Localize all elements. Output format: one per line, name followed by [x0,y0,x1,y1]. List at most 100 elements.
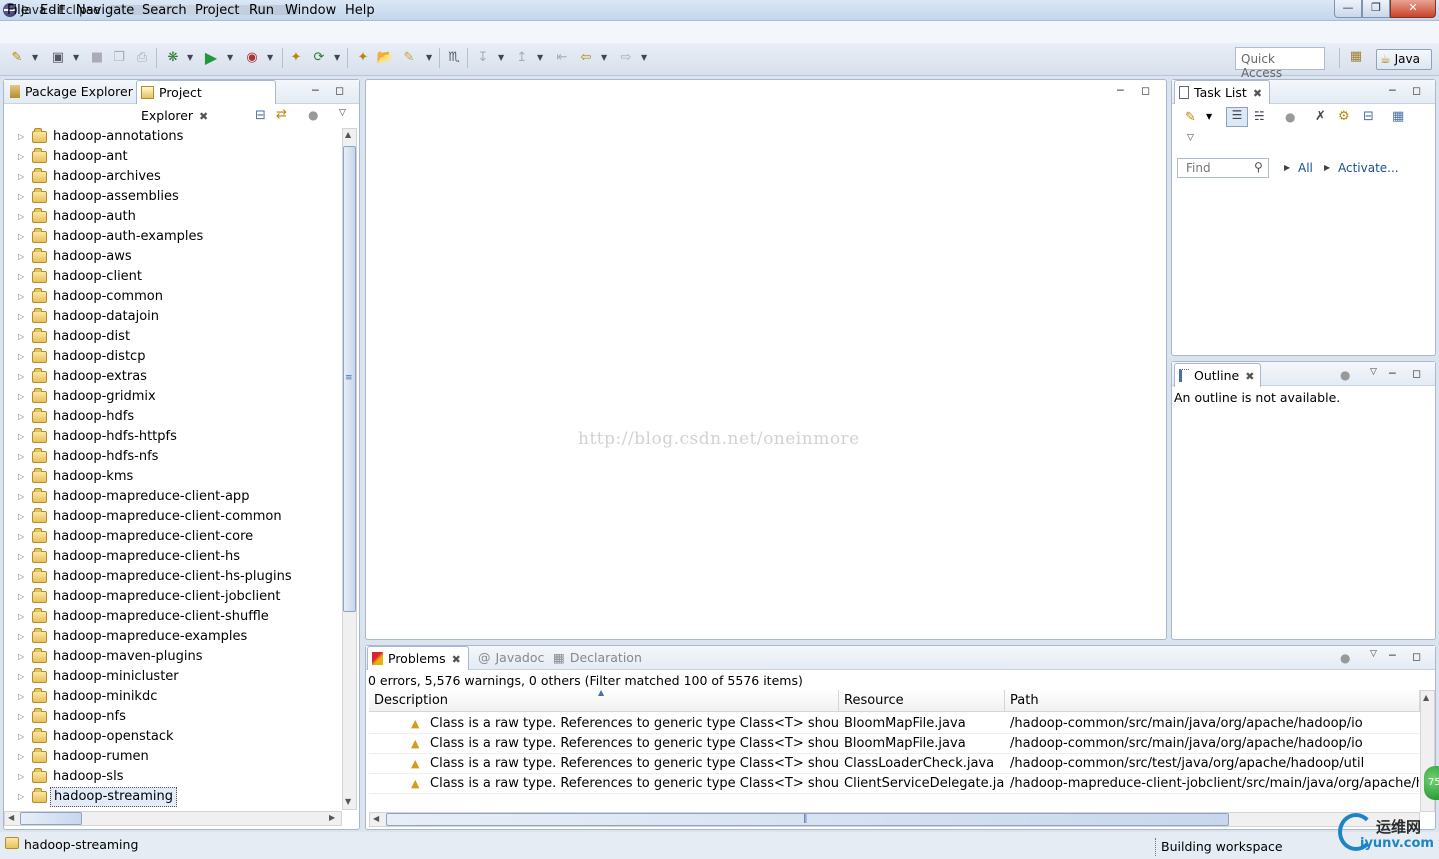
tree-item[interactable]: ▷ hadoop-minicluster [4,667,342,687]
new-task-icon[interactable]: ✎ [1185,110,1196,125]
back-icon[interactable]: ⇦ [577,49,595,67]
expand-arrow-icon[interactable]: ▷ [18,367,24,387]
run-dropdown-icon[interactable]: ▼ [227,49,233,67]
tree-item[interactable]: ▷ hadoop-archives [4,167,342,187]
previous-annotation-dropdown-icon[interactable]: ▼ [537,49,543,67]
synchronize-icon[interactable]: ⚙ [1338,109,1350,124]
scroll-up-icon[interactable]: ▲ [345,130,351,139]
view-menu-icon[interactable]: ▽ [1370,367,1377,377]
expand-arrow-icon[interactable]: ▷ [18,587,24,607]
tree-item[interactable]: ▷ hadoop-distcp [4,347,342,367]
forward-icon[interactable]: ⇨ [617,49,635,67]
tree-item[interactable]: ▷ hadoop-minikdc [4,687,342,707]
collapse-all-icon[interactable]: ⊟ [1363,109,1374,124]
expand-arrow-icon[interactable]: ▷ [18,727,24,747]
tree-item[interactable]: ▷ hadoop-assemblies [4,187,342,207]
tree-item[interactable]: ▷ hadoop-dist [4,327,342,347]
expand-arrow-icon[interactable]: ▷ [18,427,24,447]
expand-arrow-icon[interactable]: ▷ [18,207,24,227]
last-edit-icon[interactable]: ⇤ [553,49,571,67]
view-filters-icon[interactable]: ● [308,108,318,122]
open-perspective-icon[interactable]: ▦ [1347,49,1365,67]
expand-arrow-icon[interactable]: ▷ [18,187,24,207]
tree-item[interactable]: ▷ hadoop-common [4,287,342,307]
debug-dropdown-icon[interactable]: ▼ [187,49,193,67]
new-project-dropdown-icon[interactable]: ▼ [73,49,79,67]
editor-area[interactable] [365,79,1167,640]
new-project-icon[interactable]: ▣ [49,49,67,67]
search-dropdown-icon[interactable]: ▼ [426,49,432,67]
tree-item[interactable]: ▷ hadoop-mapreduce-client-shuffle [4,607,342,627]
close-button[interactable]: ✕ [1390,0,1436,18]
all-link[interactable]: All [1298,161,1313,175]
expand-arrow-icon[interactable]: ▷ [18,387,24,407]
save-icon[interactable]: ■ [88,49,106,67]
expand-arrow-icon[interactable]: ▷ [18,567,24,587]
tab-declaration[interactable]: ▦ Declaration [549,646,646,670]
menu-window[interactable]: Window [285,3,336,18]
table-row[interactable]: ▲ Class is a raw type. References to gene… [369,734,1419,754]
tree-item[interactable]: ▷ hadoop-auth [4,207,342,227]
view-menu-icon[interactable]: ▽ [1187,133,1194,143]
minimize-view-icon[interactable]: ─ [1389,367,1396,381]
scroll-left-icon[interactable]: ◀ [373,814,379,823]
focus-icon[interactable]: ● [1285,110,1295,124]
expand-arrow-icon[interactable]: ▷ [18,527,24,547]
tree-item[interactable]: ▷ hadoop-gridmix [4,387,342,407]
outline-filter-icon[interactable]: ● [1340,368,1350,382]
search-icon[interactable]: ✎ [400,49,418,67]
tab-package-explorer[interactable]: Package Explorer [6,80,137,104]
scroll-down-icon[interactable]: ▼ [345,797,351,806]
expand-arrow-icon[interactable]: ▷ [18,787,24,807]
tree-item[interactable]: ▷ hadoop-streaming [4,787,342,807]
expand-arrow-icon[interactable]: ▷ [18,607,24,627]
new-task-dropdown-icon[interactable]: ▼ [1206,112,1212,121]
expand-arrow-icon[interactable]: ▷ [18,327,24,347]
tree-hscroll-thumb[interactable] [20,812,82,825]
tree-item[interactable]: ▷ hadoop-nfs [4,707,342,727]
expand-arrow-icon[interactable]: ▷ [18,767,24,787]
tree-item[interactable]: ▷ hadoop-auth-examples [4,227,342,247]
expand-arrow-icon[interactable]: ▷ [18,147,24,167]
expand-arrow-icon[interactable]: ▷ [18,547,24,567]
collapse-all-icon[interactable]: ⊟ [255,108,266,123]
expand-arrow-icon[interactable]: ▷ [18,267,24,287]
maximize-view-icon[interactable]: ◻ [335,84,344,98]
tab-problems[interactable]: Problems ✖ [367,646,469,670]
tree-item[interactable]: ▷ hadoop-mapreduce-client-app [4,487,342,507]
scroll-right-icon[interactable]: ▶ [329,813,335,822]
expand-arrow-icon[interactable]: ▷ [18,407,24,427]
expand-arrow-icon[interactable]: ▷ [18,247,24,267]
menu-navigate[interactable]: Navigate [76,3,134,18]
tab-task-list[interactable]: Task List ✖ [1174,80,1270,104]
new-java-class-icon[interactable]: ⟳ [310,49,328,67]
open-type-icon[interactable]: ✦ [354,49,372,67]
expand-arrow-icon[interactable]: ▷ [18,667,24,687]
scheduled-icon[interactable]: ☵ [1254,109,1265,123]
activate-link[interactable]: Activate... [1338,161,1399,175]
link-with-editor-icon[interactable]: ⇄ [276,107,287,122]
menu-help[interactable]: Help [345,3,375,18]
menu-run[interactable]: Run [249,3,274,18]
expand-arrow-icon[interactable]: ▷ [18,507,24,527]
expand-arrow-icon[interactable]: ▷ [18,467,24,487]
task-repositories-icon[interactable]: ▦ [1392,109,1404,124]
view-menu-icon[interactable]: ▽ [339,108,346,118]
tree-item[interactable]: ▷ hadoop-mapreduce-client-hs-plugins [4,567,342,587]
toggle-mark-occurrences-icon[interactable]: ♏ [445,49,463,67]
tree-item[interactable]: ▷ hadoop-sls [4,767,342,787]
expand-arrow-icon[interactable]: ▷ [18,447,24,467]
expand-arrow-icon[interactable]: ▷ [18,487,24,507]
expand-arrow-icon[interactable]: ▷ [18,227,24,247]
tab-outline[interactable]: Outline ✖ [1174,363,1261,387]
external-tools-icon[interactable]: ◉ [243,49,261,67]
view-menu-icon[interactable]: ▽ [1370,649,1377,659]
tree-item[interactable]: ▷ hadoop-mapreduce-client-core [4,527,342,547]
expand-arrow-icon[interactable]: ▷ [18,287,24,307]
close-tab-icon[interactable]: ✖ [1253,87,1262,100]
tree-item[interactable]: ▷ hadoop-client [4,267,342,287]
menu-file[interactable]: File [7,3,29,18]
maximize-view-icon[interactable]: ◻ [1412,367,1421,381]
table-row[interactable]: ▲ Class is a raw type. References to gene… [369,714,1419,734]
minimize-view-icon[interactable]: ─ [312,84,319,98]
